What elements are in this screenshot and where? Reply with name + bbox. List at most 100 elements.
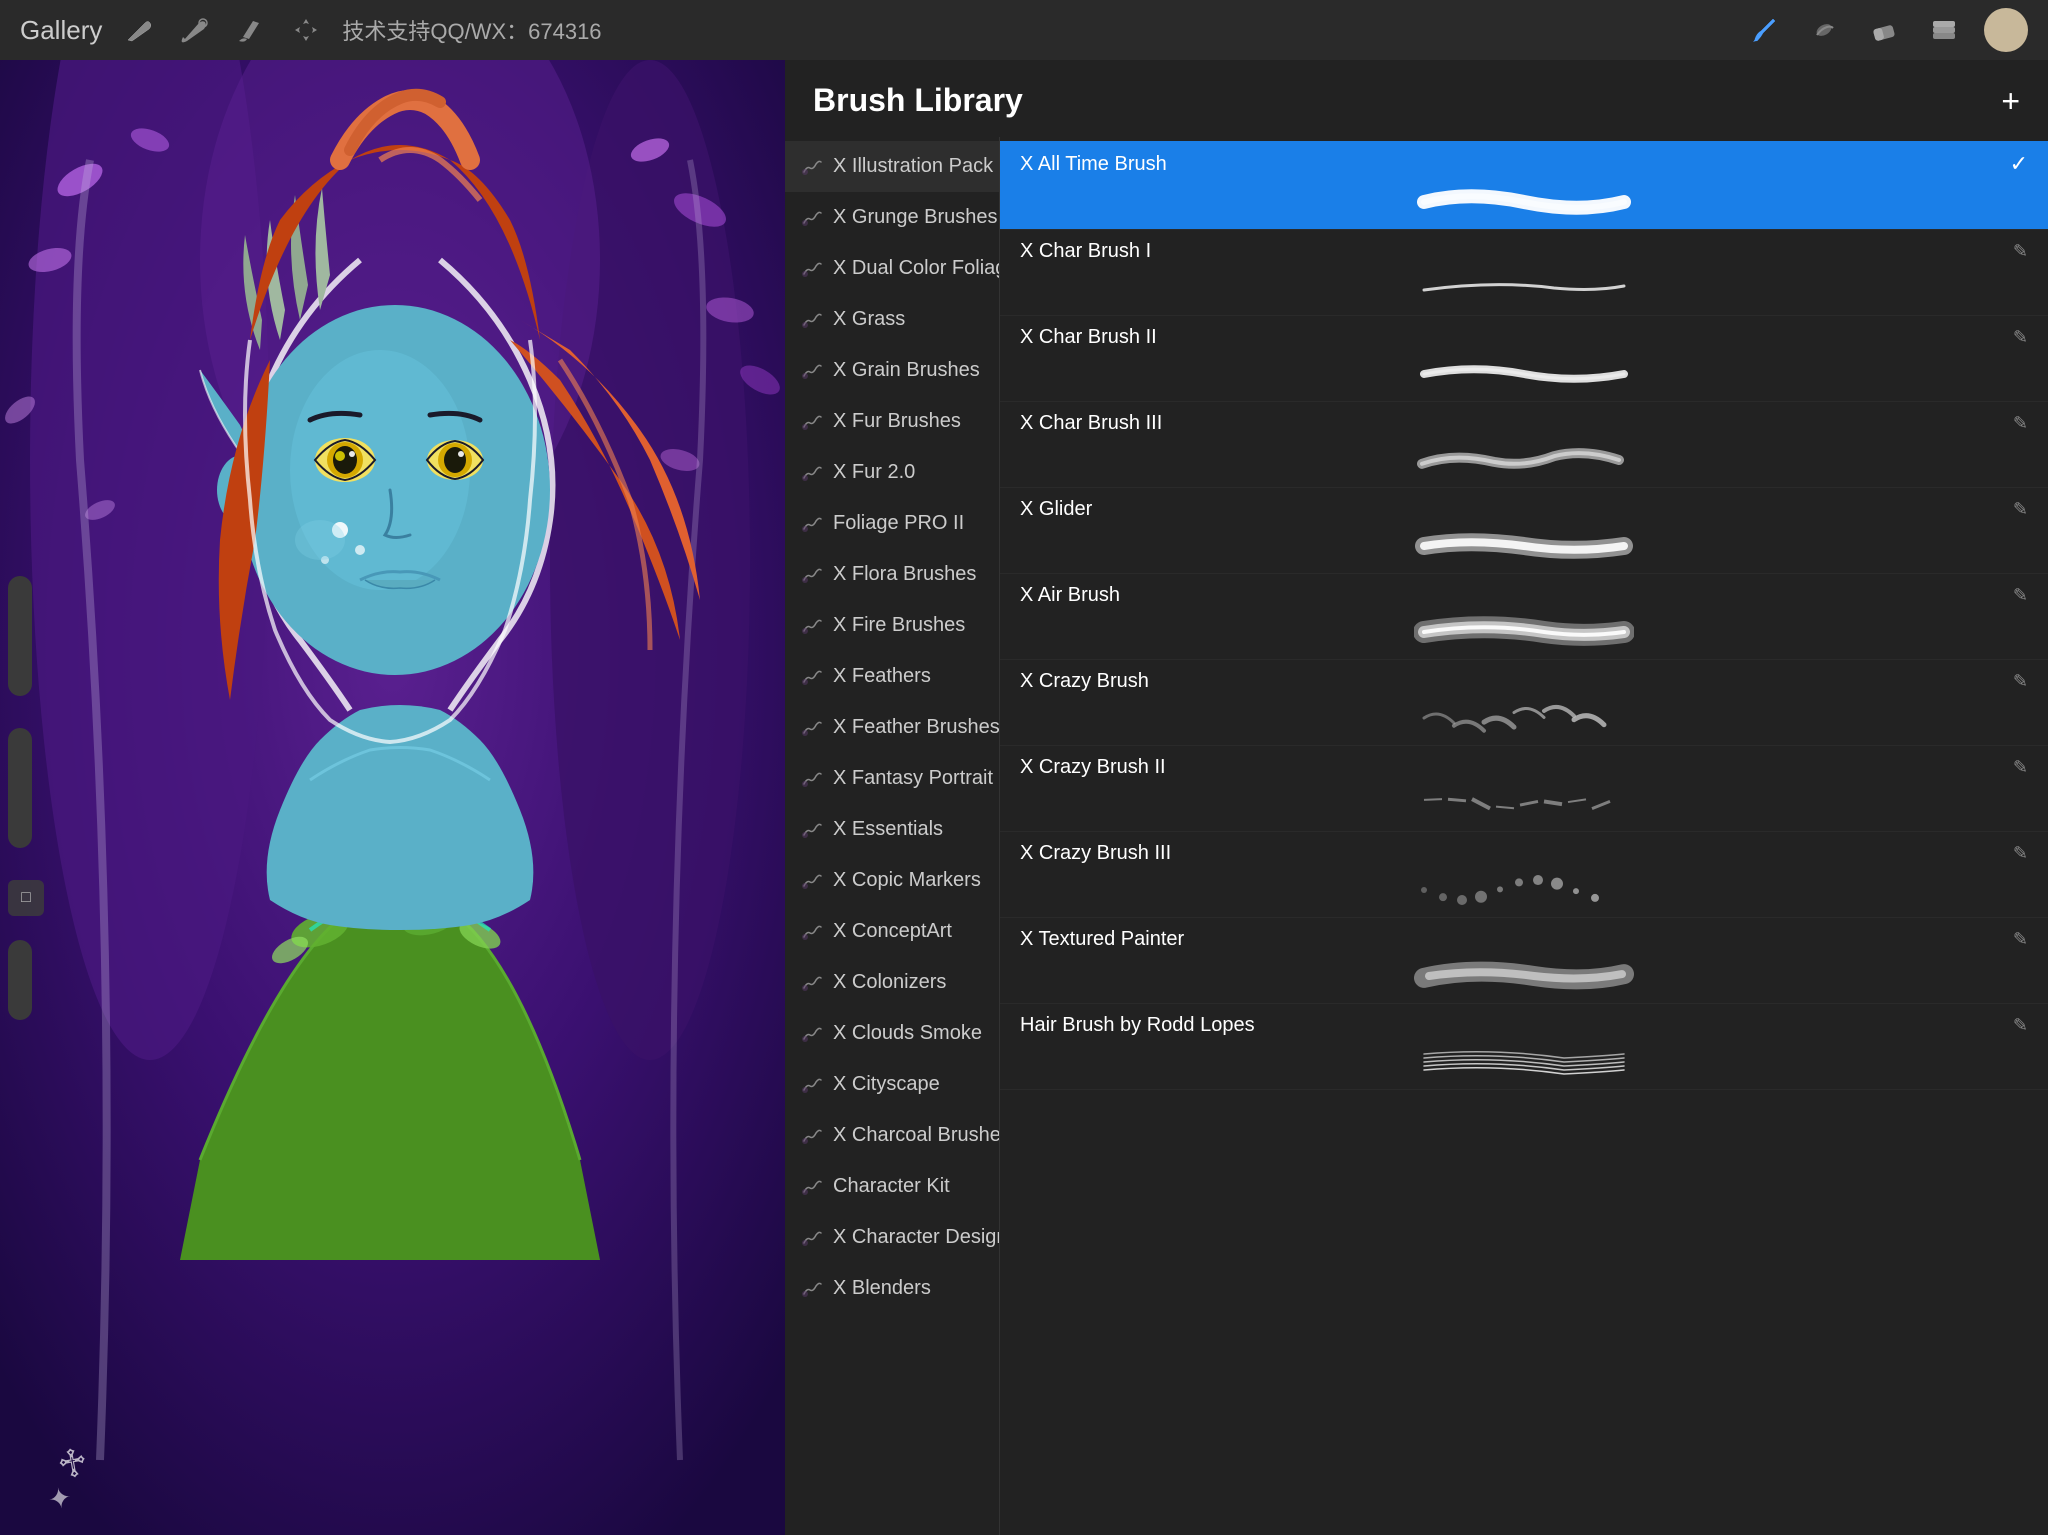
brush-library-panel: Brush Library + X Illustration Pack X Gr… [785,60,2048,1535]
brush-preview [1020,611,2028,653]
brush-item-header: X Crazy Brush III✎ [1020,842,2028,865]
brush-name: X Textured Painter [1020,928,1184,951]
size-slider[interactable] [8,728,32,848]
layers-tool-icon[interactable] [1924,10,1964,50]
category-icon [801,870,823,892]
category-icon [801,411,823,433]
category-item-grass[interactable]: X Grass [785,294,999,345]
brush-item-header: X Char Brush II✎ [1020,326,2028,349]
brush-item-char-brush-ii[interactable]: X Char Brush II✎ [1000,316,2048,402]
category-item-illustration-pack[interactable]: X Illustration Pack [785,141,999,192]
brush-item-header: X Char Brush I✎ [1020,240,2028,263]
brush-item-all-time-brush[interactable]: X All Time Brush✓ [1000,141,2048,230]
brush-tool-icon[interactable] [1744,10,1784,50]
brush-item-header: X Crazy Brush II✎ [1020,756,2028,779]
category-item-fire-brushes[interactable]: X Fire Brushes [785,600,999,651]
category-icon [801,258,823,280]
category-label: Foliage PRO II [833,512,964,535]
category-item-copic-markers[interactable]: X Copic Markers [785,855,999,906]
category-item-fur-20[interactable]: X Fur 2.0 [785,447,999,498]
brush-item-hair-brush-rodd[interactable]: Hair Brush by Rodd Lopes✎ [1000,1004,2048,1090]
brush-item-char-brush-iii[interactable]: X Char Brush III✎ [1000,402,2048,488]
brush-item-air-brush[interactable]: X Air Brush✎ [1000,574,2048,660]
brush-item-header: X Glider✎ [1020,498,2028,521]
category-label: X Illustration Pack [833,155,993,178]
category-item-grain-brushes[interactable]: X Grain Brushes [785,345,999,396]
category-icon [801,360,823,382]
brush-item-crazy-brush[interactable]: X Crazy Brush✎ [1000,660,2048,746]
canvas-area[interactable]: ♱ ✦ □ [0,60,785,1535]
brush-preview [1020,697,2028,739]
category-icon [801,1227,823,1249]
category-item-fantasy-portrait[interactable]: X Fantasy Portrait [785,753,999,804]
category-item-foliage-pro-ii[interactable]: Foliage PRO II [785,498,999,549]
category-item-feather-brushes-2[interactable]: X Feather Brushes 2 [785,702,999,753]
brush-checkmark: ✎ [2013,327,2028,348]
category-item-clouds-smoke[interactable]: X Clouds Smoke [785,1008,999,1059]
category-label: X Dual Color Foliage [833,257,1000,280]
brush-preview [1020,181,2028,223]
eraser-tool-icon[interactable] [1864,10,1904,50]
category-label: Character Kit [833,1175,950,1198]
category-item-grunge-brushes[interactable]: X Grunge Brushes [785,192,999,243]
category-label: X ConceptArt [833,920,952,943]
brush-checkmark: ✎ [2013,241,2028,262]
category-label: X Grass [833,308,905,331]
category-item-charcoal-brushes[interactable]: X Charcoal Brushes [785,1110,999,1161]
category-icon [801,309,823,331]
category-icon [801,1278,823,1300]
brush-preview [1020,525,2028,567]
category-item-blenders[interactable]: X Blenders [785,1263,999,1314]
category-label: X Essentials [833,818,943,841]
category-item-character-kit[interactable]: Character Kit [785,1161,999,1212]
category-icon [801,564,823,586]
brush-checkmark: ✎ [2013,585,2028,606]
color-slider[interactable] [8,940,32,1020]
brush-item-header: X All Time Brush✓ [1020,151,2028,177]
brush-item-crazy-brush-ii[interactable]: X Crazy Brush II✎ [1000,746,2048,832]
brush-library-title: Brush Library [813,82,1023,119]
category-item-fur-brushes[interactable]: X Fur Brushes [785,396,999,447]
brush-item-header: X Air Brush✎ [1020,584,2028,607]
category-item-essentials[interactable]: X Essentials [785,804,999,855]
category-item-feathers[interactable]: X Feathers [785,651,999,702]
category-icon [801,1176,823,1198]
category-label: X Grunge Brushes [833,206,998,229]
category-item-character-design[interactable]: X Character Design [785,1212,999,1263]
category-icon [801,1074,823,1096]
modify-tool-1[interactable] [118,10,158,50]
brush-name: X Crazy Brush II [1020,756,1166,779]
top-bar-right [1744,8,2028,52]
category-item-cityscape[interactable]: X Cityscape [785,1059,999,1110]
opacity-slider[interactable] [8,576,32,696]
category-label: X Colonizers [833,971,946,994]
gallery-button[interactable]: Gallery [20,15,102,46]
brush-checkmark: ✓ [2010,151,2028,177]
modify-tool-3[interactable] [230,10,270,50]
modify-tool-2[interactable] [174,10,214,50]
move-tool[interactable] [286,10,326,50]
category-item-colonizers[interactable]: X Colonizers [785,957,999,1008]
shape-tool[interactable]: □ [8,880,44,916]
brush-name: Hair Brush by Rodd Lopes [1020,1014,1255,1037]
watermark-text: 技术支持QQ/WX：674316 [342,14,601,46]
category-icon [801,1023,823,1045]
category-item-dual-color-foliage[interactable]: X Dual Color Foliage [785,243,999,294]
brush-preview [1020,267,2028,309]
category-item-conceptart[interactable]: X ConceptArt [785,906,999,957]
category-label: X Grain Brushes [833,359,980,382]
category-item-flora-brushes[interactable]: X Flora Brushes [785,549,999,600]
brush-item-crazy-brush-iii[interactable]: X Crazy Brush III✎ [1000,832,2048,918]
brush-item-char-brush-i[interactable]: X Char Brush I✎ [1000,230,2048,316]
brush-item-textured-painter[interactable]: X Textured Painter✎ [1000,918,2048,1004]
add-brush-button[interactable]: + [2001,85,2020,117]
brush-checkmark: ✎ [2013,671,2028,692]
category-label: X Blenders [833,1277,931,1300]
category-icon [801,615,823,637]
brush-preview [1020,869,2028,911]
brush-preview [1020,353,2028,395]
user-avatar[interactable] [1984,8,2028,52]
brush-item-glider[interactable]: X Glider✎ [1000,488,2048,574]
brush-checkmark: ✎ [2013,413,2028,434]
smudge-tool-icon[interactable] [1804,10,1844,50]
